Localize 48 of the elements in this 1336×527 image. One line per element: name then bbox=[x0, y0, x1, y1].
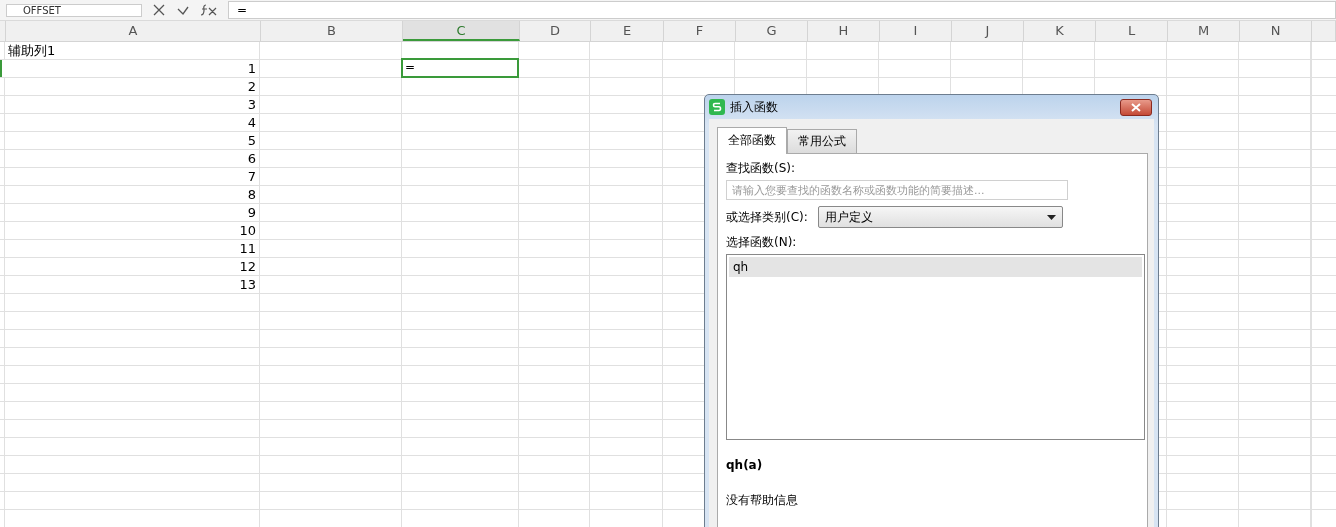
active-cell[interactable]: = bbox=[401, 58, 519, 78]
column-header[interactable]: M bbox=[1168, 21, 1240, 41]
function-item[interactable]: qh bbox=[729, 257, 1142, 277]
column-header[interactable]: J bbox=[952, 21, 1024, 41]
close-button[interactable] bbox=[1120, 98, 1152, 116]
app-logo-icon bbox=[709, 99, 725, 115]
column-header[interactable]: C bbox=[403, 21, 520, 41]
dropdown-arrow-icon bbox=[1046, 214, 1056, 220]
tab[interactable]: 全部函数 bbox=[717, 127, 787, 154]
formula-field[interactable]: = bbox=[228, 1, 1336, 19]
help-text: 没有帮助信息 bbox=[726, 492, 798, 509]
table-cell-text: 1 bbox=[247, 60, 257, 77]
table-cell-text: 8 bbox=[247, 186, 257, 203]
search-field[interactable]: 请输入您要查找的函数名称或函数功能的简要描述... bbox=[726, 180, 1068, 200]
search-label: 查找函数(S): bbox=[726, 160, 796, 177]
dialog-title: 插入函数 bbox=[730, 98, 778, 116]
table-cell-text: 3 bbox=[247, 96, 257, 113]
column-header[interactable]: G bbox=[736, 21, 808, 41]
tab[interactable]: 常用公式 bbox=[787, 129, 857, 153]
column-header[interactable]: A bbox=[6, 21, 261, 41]
table-cell-text: 6 bbox=[247, 150, 257, 167]
confirm-icon[interactable] bbox=[176, 4, 190, 16]
column-header[interactable]: K bbox=[1024, 21, 1096, 41]
column-header[interactable]: L bbox=[1096, 21, 1168, 41]
cancel-icon[interactable] bbox=[152, 4, 166, 16]
table-cell-text: 2 bbox=[247, 78, 257, 95]
name-box[interactable]: OFFSET bbox=[6, 3, 142, 17]
table-cell-text: 辅助列1 bbox=[7, 42, 56, 59]
table-cell-text: 11 bbox=[239, 240, 257, 257]
table-cell-text: 9 bbox=[247, 204, 257, 221]
table-cell-text: 4 bbox=[247, 114, 257, 131]
category-dropdown[interactable]: 用户定义 bbox=[817, 206, 1063, 228]
column-header[interactable]: I bbox=[880, 21, 952, 41]
column-header[interactable]: E bbox=[591, 21, 664, 41]
column-header[interactable]: H bbox=[808, 21, 880, 41]
table-cell-text: 7 bbox=[247, 168, 257, 185]
table-cell-text: 13 bbox=[239, 276, 257, 293]
function-icon[interactable] bbox=[200, 4, 218, 16]
function-signature: qh(a) bbox=[726, 458, 763, 472]
column-header[interactable]: F bbox=[664, 21, 736, 41]
category-label: 或选择类别(C): bbox=[726, 208, 808, 226]
close-icon bbox=[1130, 102, 1142, 112]
table-cell-text: 5 bbox=[247, 132, 257, 149]
column-header[interactable]: D bbox=[520, 21, 591, 41]
column-header[interactable]: N bbox=[1240, 21, 1312, 41]
table-cell-text: 10 bbox=[239, 222, 257, 239]
table-cell-text: 12 bbox=[239, 258, 257, 275]
function-list-label: 选择函数(N): bbox=[726, 234, 797, 251]
